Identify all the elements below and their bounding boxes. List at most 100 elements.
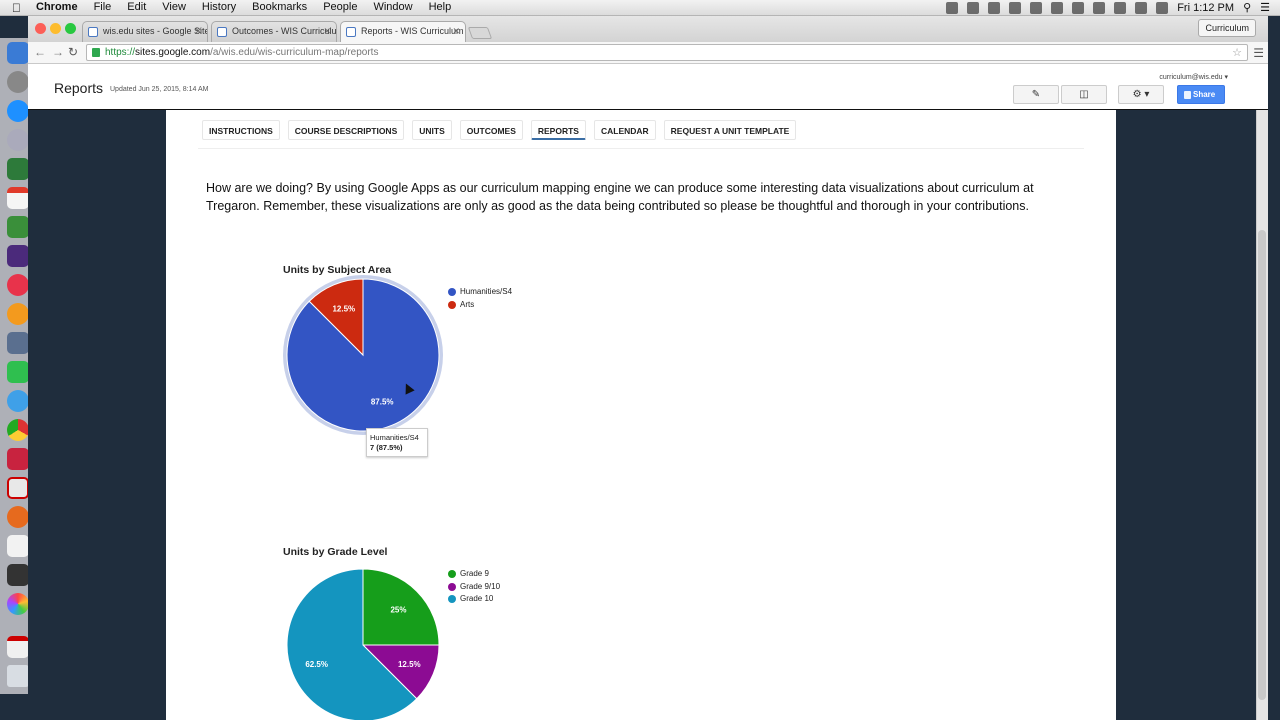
menu-help[interactable]: Help	[429, 1, 452, 13]
account-menu[interactable]: curriculum@wis.edu ▾	[1159, 73, 1228, 81]
chevron-down-icon: ▾	[1224, 74, 1228, 81]
launchpad-icon[interactable]	[7, 129, 29, 151]
tab-course-descriptions[interactable]: COURSE DESCRIPTIONS	[287, 120, 405, 140]
cloud-icon[interactable]	[1009, 1, 1022, 14]
wifi-icon[interactable]	[1093, 1, 1106, 14]
clock[interactable]: Fri 1:12 PM	[1177, 2, 1234, 14]
app-store-icon[interactable]	[7, 100, 29, 122]
browser-toolbar: ← → ↻ https://sites.google.com/a/wis.edu…	[28, 42, 1268, 64]
evernote-dock-icon[interactable]	[7, 216, 29, 238]
camera-icon[interactable]	[967, 1, 980, 14]
messages-icon[interactable]	[7, 390, 29, 412]
ibooks-icon[interactable]	[7, 303, 29, 325]
new-tab-button[interactable]	[467, 27, 493, 39]
menu-view[interactable]: View	[162, 1, 186, 13]
pencil-icon: ✎	[1031, 89, 1041, 100]
pdf-document-icon[interactable]	[7, 636, 29, 658]
bluetooth-icon[interactable]	[1072, 1, 1085, 14]
close-window-icon[interactable]	[35, 23, 46, 34]
legend-item[interactable]: Humanities/S4	[448, 287, 512, 296]
slice-data-label: 12.5%	[332, 305, 355, 314]
subject-area-pie-chart[interactable]: 87.5% 12.5%	[278, 270, 448, 440]
sites-favicon-icon	[88, 27, 98, 37]
lock-icon[interactable]	[1051, 1, 1064, 14]
photo-booth-icon[interactable]	[7, 448, 29, 470]
legend-item[interactable]: Grade 10	[448, 594, 493, 603]
system-preferences-icon[interactable]	[7, 71, 29, 93]
itunes-icon[interactable]	[7, 274, 29, 296]
address-bar[interactable]: https://sites.google.com/a/wis.edu/wis-c…	[86, 44, 1248, 61]
dropbox-icon[interactable]	[988, 1, 1001, 14]
calendar-icon[interactable]	[7, 187, 29, 209]
spotlight-icon[interactable]: ⚲	[1243, 1, 1251, 14]
dashboard-icon[interactable]	[7, 158, 29, 180]
legend-item[interactable]: Grade 9	[448, 569, 489, 578]
trash-icon[interactable]	[7, 665, 29, 687]
legend-label: Grade 9/10	[460, 582, 501, 591]
chrome-icon[interactable]	[7, 419, 29, 441]
gear-icon: ⚙	[1132, 89, 1142, 100]
forward-arrow-icon[interactable]: →	[52, 45, 64, 59]
edit-page-button[interactable]: ✎	[1013, 85, 1059, 104]
acrobat-icon[interactable]	[7, 477, 29, 499]
menu-file[interactable]: File	[94, 1, 112, 13]
battery-icon[interactable]	[1156, 1, 1169, 14]
finder-icon[interactable]	[7, 42, 29, 64]
photos-icon[interactable]	[7, 593, 29, 615]
legend-item[interactable]: Arts	[448, 300, 474, 309]
volume-icon[interactable]	[1135, 1, 1148, 14]
browser-tab-active[interactable]: Reports - WIS Curriculum ✕	[340, 21, 466, 42]
tab-calendar[interactable]: CALENDAR	[593, 120, 656, 140]
menu-app-name[interactable]: Chrome	[36, 1, 78, 13]
scrollbar-thumb[interactable]	[1258, 230, 1266, 700]
menu-history[interactable]: History	[202, 1, 236, 13]
browser-tab[interactable]: Outcomes - WIS Curriculum ✕	[211, 21, 337, 42]
flag-icon[interactable]	[1114, 1, 1127, 14]
reload-icon[interactable]: ↻	[68, 45, 78, 59]
zoom-window-icon[interactable]	[65, 23, 76, 34]
notification-center-icon[interactable]: ☰	[1260, 1, 1270, 14]
share-label: Share	[1193, 90, 1216, 99]
new-page-button[interactable]: ◫	[1061, 85, 1107, 104]
menu-window[interactable]: Window	[373, 1, 412, 13]
evernote-icon[interactable]	[1030, 1, 1043, 14]
more-actions-button[interactable]: ⚙ ▾	[1118, 85, 1164, 104]
minimize-window-icon[interactable]	[50, 23, 61, 34]
menu-bookmarks[interactable]: Bookmarks	[252, 1, 307, 13]
grade-level-pie-chart[interactable]: 25% 12.5% 62.5%	[278, 560, 448, 720]
apple-icon[interactable]: 	[12, 1, 21, 15]
preview-icon[interactable]	[7, 332, 29, 354]
profile-button[interactable]: Curriculum	[1198, 19, 1256, 37]
tab-reports[interactable]: REPORTS	[530, 120, 586, 140]
tab-request-unit-template[interactable]: REQUEST A UNIT TEMPLATE	[663, 120, 797, 140]
google-apps-icon[interactable]	[7, 535, 29, 557]
url-scheme: https://	[105, 47, 136, 58]
legend-item[interactable]: Grade 9/10	[448, 582, 500, 591]
tab-outcomes[interactable]: OUTCOMES	[459, 120, 523, 140]
intro-paragraph: How are we doing? By using Google Apps a…	[206, 181, 1034, 213]
bookmark-star-icon[interactable]: ☆	[1232, 46, 1242, 59]
close-tab-icon[interactable]: ✕	[194, 26, 202, 37]
browser-tab[interactable]: wis.edu sites - Google Sites ✕	[82, 21, 208, 42]
url-host: sites.google.com	[135, 47, 211, 58]
screen-mirror-icon[interactable]	[946, 1, 959, 14]
legend-swatch	[448, 287, 456, 296]
tab-units[interactable]: UNITS	[412, 120, 452, 140]
vertical-scrollbar[interactable]	[1256, 110, 1268, 720]
photo-booth-strip-icon[interactable]	[7, 564, 29, 586]
chevron-down-icon: ▾	[1144, 89, 1150, 100]
legend-label: Grade 10	[460, 594, 494, 603]
legend-label: Humanities/S4	[460, 287, 513, 296]
menu-people[interactable]: People	[323, 1, 357, 13]
account-email: curriculum@wis.edu	[1159, 74, 1223, 81]
tab-instructions[interactable]: INSTRUCTIONS	[202, 120, 280, 140]
close-tab-icon[interactable]: ✕	[323, 26, 331, 37]
chrome-menu-icon[interactable]: ☰	[1253, 46, 1264, 60]
back-arrow-icon[interactable]: ←	[34, 45, 46, 59]
facetime-icon[interactable]	[7, 361, 29, 383]
firefox-icon[interactable]	[7, 506, 29, 528]
share-button[interactable]: Share	[1177, 85, 1225, 104]
premiere-icon[interactable]	[7, 245, 29, 267]
close-tab-icon[interactable]: ✕	[452, 26, 460, 37]
menu-edit[interactable]: Edit	[127, 1, 146, 13]
